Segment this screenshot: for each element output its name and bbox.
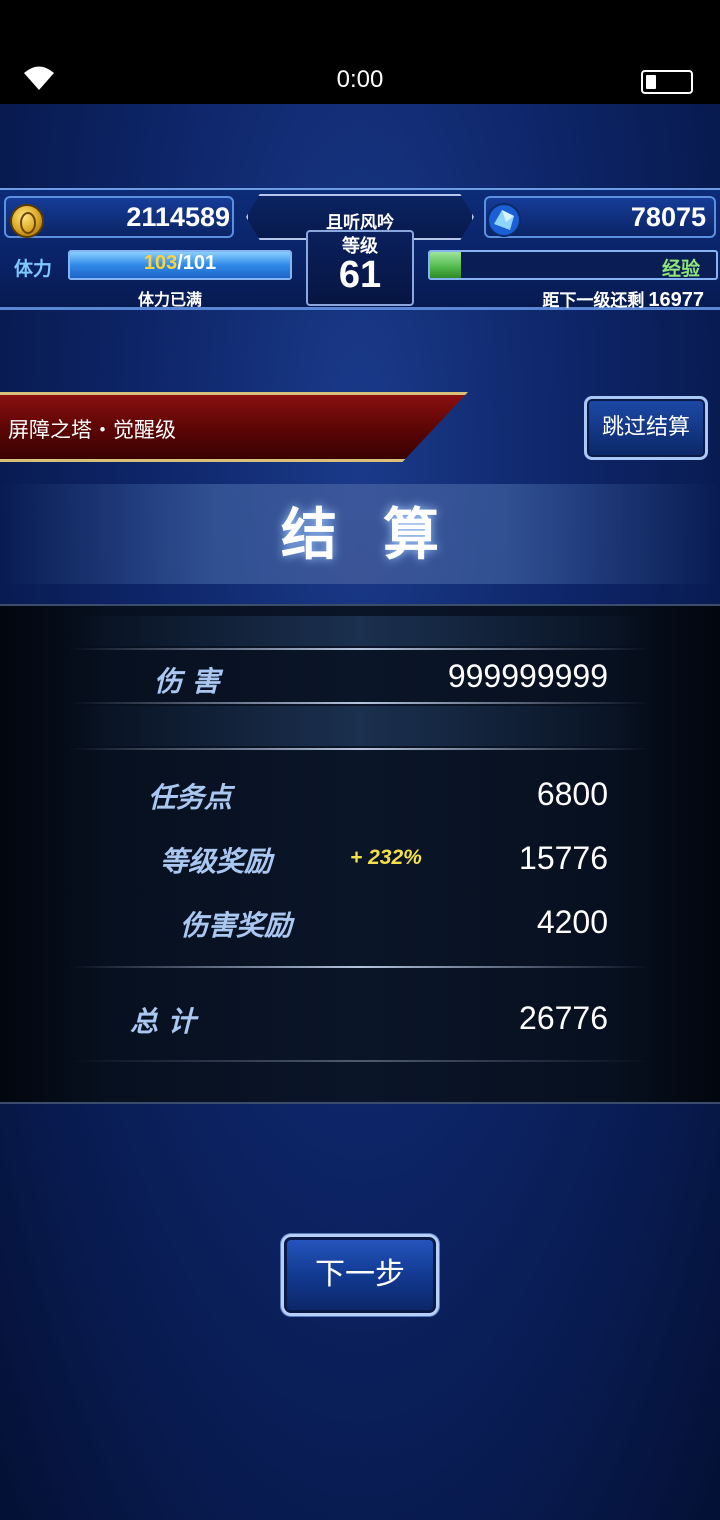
- mission-points-label: 任务点: [148, 781, 233, 814]
- level-bonus-percent: + 232%: [350, 846, 422, 869]
- result-title: 结算: [281, 503, 485, 568]
- battery-icon: [641, 70, 693, 94]
- divider: [70, 748, 650, 750]
- row-band: [70, 706, 650, 746]
- stamina-current: 103: [143, 252, 178, 274]
- total-value: 26776: [519, 1000, 608, 1036]
- damage-bonus-label: 伤害奖励: [180, 909, 293, 942]
- exp-remaining-label: 距下一级还剩: [542, 291, 645, 311]
- exp-label: 经验: [662, 258, 701, 280]
- damage-bonus-value: 4200: [536, 904, 608, 940]
- gem-amount: 78075: [630, 202, 706, 232]
- total-label: 总 计: [130, 1005, 196, 1038]
- row-band: [70, 616, 650, 646]
- skip-settlement-button[interactable]: 跳过结算: [584, 396, 708, 460]
- stamina-readout: 103/101: [68, 252, 292, 275]
- crystal-gem-icon: [487, 203, 521, 237]
- stamina-max: /101: [177, 252, 217, 274]
- clock: 0:00: [336, 66, 384, 93]
- level-bonus-value: 15776: [519, 840, 608, 876]
- stamina-label: 体力: [14, 258, 53, 280]
- mission-points-value: 6800: [536, 776, 608, 812]
- exp-remaining: 距下一级还剩 16977: [440, 286, 704, 312]
- gold-coin-icon: [10, 204, 44, 238]
- gold-amount: 2114589: [126, 202, 230, 232]
- damage-value: 999999999: [447, 658, 608, 694]
- exp-bar-fill: [430, 252, 462, 278]
- player-level: 61: [338, 254, 382, 296]
- divider: [70, 966, 650, 968]
- next-step-button[interactable]: 下一步: [281, 1234, 439, 1316]
- stamina-status: 体力已满: [137, 290, 202, 309]
- player-header: 2114589 78075 体力 103/101 体力已满 经验 距下一级还剩 1…: [0, 188, 720, 312]
- level-bonus-label: 等级奖励: [160, 845, 273, 878]
- damage-label: 伤 害: [154, 665, 220, 698]
- status-bar: 0:00: [0, 0, 720, 104]
- divider: [70, 1060, 650, 1062]
- divider: [70, 702, 650, 704]
- exp-remaining-value: 16977: [648, 289, 704, 311]
- divider: [70, 648, 650, 650]
- battery-level: [646, 75, 656, 89]
- stage-name: 屏障之塔・觉醒级: [8, 418, 176, 442]
